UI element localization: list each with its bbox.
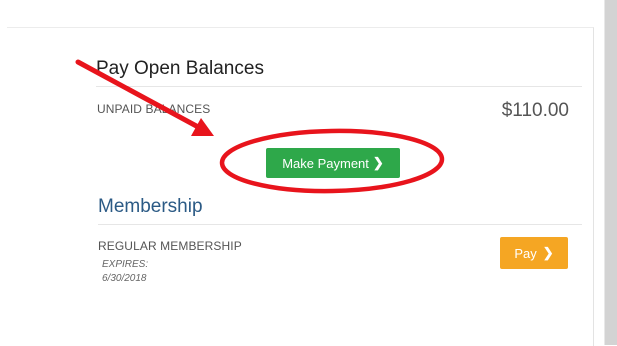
make-payment-button[interactable]: Make Payment ❯ — [266, 148, 400, 178]
unpaid-amount: $110.00 — [501, 100, 569, 121]
chevron-right-icon: ❯ — [542, 245, 554, 260]
expires-label: EXPIRES: — [102, 259, 149, 270]
chevron-right-icon: ❯ — [372, 155, 384, 170]
membership-expiry: EXPIRES: 6/30/2018 — [102, 258, 148, 286]
expires-date: 6/30/2018 — [102, 273, 147, 284]
make-payment-button-label: Make Payment — [282, 155, 369, 171]
vertical-scrollbar[interactable] — [605, 0, 617, 345]
membership-type-label: REGULAR MEMBERSHIP — [98, 239, 242, 253]
pay-button-label: Pay — [514, 245, 537, 261]
membership-title: Membership — [98, 196, 203, 217]
pay-open-balances-title: Pay Open Balances — [96, 58, 264, 79]
divider — [98, 224, 582, 225]
pay-membership-button[interactable]: Pay ❯ — [500, 237, 568, 269]
unpaid-balances-label: UNPAID BALANCES — [97, 102, 211, 116]
divider — [96, 86, 582, 87]
